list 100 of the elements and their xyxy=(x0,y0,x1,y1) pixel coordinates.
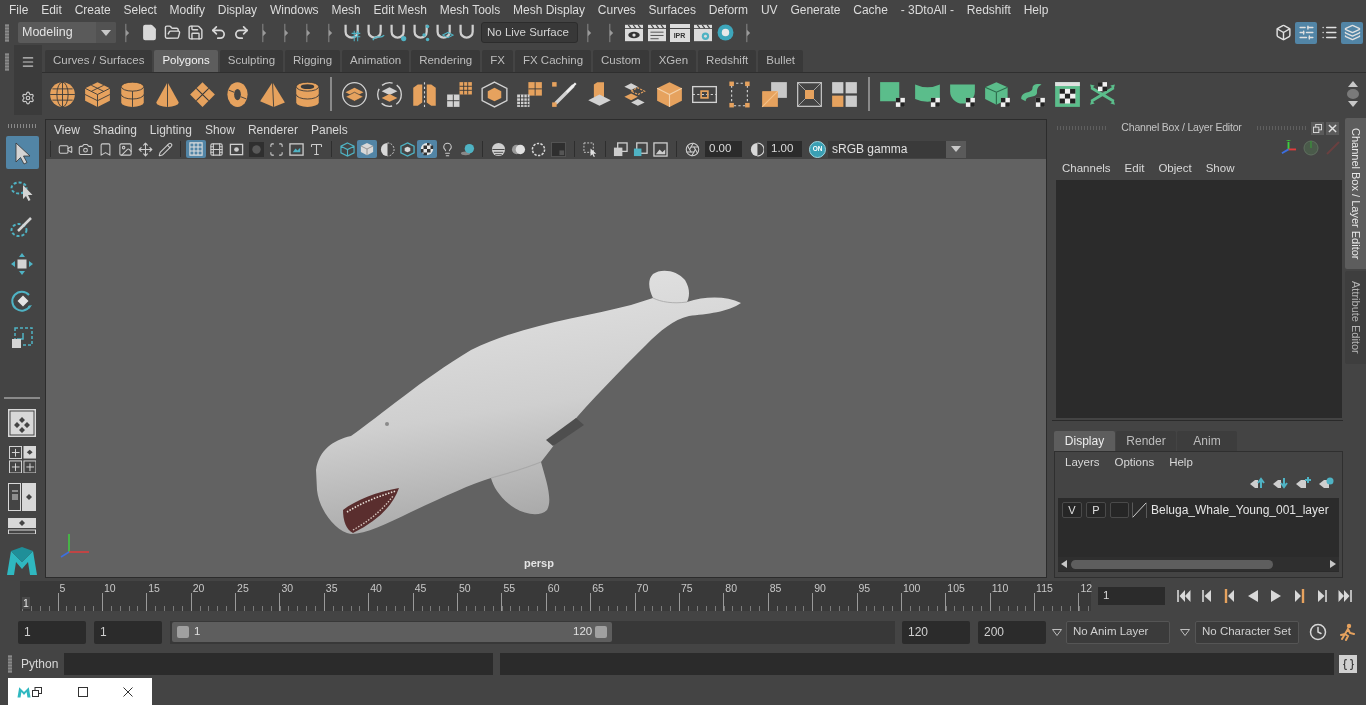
cube-checker-icon[interactable] xyxy=(984,80,1011,108)
expand-arrow-icon[interactable] xyxy=(745,22,751,43)
extruded-block-icon[interactable] xyxy=(586,80,613,108)
tag-plus-icon[interactable] xyxy=(1295,477,1311,489)
striped-sphere-icon[interactable] xyxy=(490,141,506,157)
grip-handle[interactable] xyxy=(5,53,9,71)
range-start-handle[interactable] xyxy=(177,626,189,638)
magnet-curve-icon[interactable] xyxy=(366,23,385,42)
expand-arrow-icon[interactable] xyxy=(283,22,289,43)
shelf-tab[interactable]: Sculpting xyxy=(219,50,284,72)
float-button[interactable] xyxy=(1311,121,1324,135)
shelf-tab[interactable]: Animation xyxy=(342,50,410,72)
clapperboard-gear-icon[interactable] xyxy=(692,23,713,42)
restore-icon[interactable] xyxy=(32,686,42,697)
plane-icon[interactable] xyxy=(189,80,216,108)
viewport-menu-item[interactable]: Shading xyxy=(92,120,137,139)
color-space-dropdown[interactable]: sRGB gamma xyxy=(828,140,966,158)
play-icon[interactable] xyxy=(1268,589,1283,603)
solid-cube-icon[interactable] xyxy=(656,80,683,108)
menu-item[interactable]: UV xyxy=(760,2,778,18)
hexagon-in-hexagon-icon[interactable] xyxy=(481,80,508,108)
key-back-icon[interactable] xyxy=(1222,589,1237,603)
square-checker-icon[interactable] xyxy=(879,80,906,108)
half-shaded-circle-icon[interactable] xyxy=(379,141,395,157)
hexagon-cube-icon[interactable] xyxy=(399,141,415,157)
skip-to-end-icon[interactable] xyxy=(1337,589,1352,603)
collapse-handle-icon[interactable] xyxy=(124,22,130,43)
menu-item[interactable]: Mesh Display xyxy=(512,2,585,18)
panel-toggle-button[interactable] xyxy=(1295,21,1317,44)
tag-arrow-down-icon[interactable] xyxy=(1272,477,1288,489)
live-surface-field[interactable]: No Live Surface xyxy=(481,22,578,43)
layer-editor-tab[interactable]: Anim xyxy=(1177,431,1237,451)
image-icon[interactable] xyxy=(117,141,133,157)
sphere-icon[interactable] xyxy=(49,80,76,108)
tag-dot-icon[interactable] xyxy=(1318,477,1334,489)
channel-box-menu-item[interactable]: Channels xyxy=(1062,160,1111,178)
script-editor-button[interactable] xyxy=(1339,655,1358,673)
current-frame-field[interactable]: 1 xyxy=(1098,587,1165,605)
gamma-field[interactable]: 1.00 xyxy=(767,141,802,157)
close-icon[interactable] xyxy=(123,686,133,697)
viewport-menu-item[interactable]: Renderer xyxy=(247,120,298,139)
cross-arrows-checker-icon[interactable] xyxy=(1089,80,1116,108)
caret-down-icon[interactable] xyxy=(1180,628,1190,636)
shelf-tab[interactable]: FX Caching xyxy=(514,50,592,72)
magnet-dots-icon[interactable] xyxy=(412,23,431,42)
checker-window-icon[interactable] xyxy=(1054,80,1081,108)
panel-toggle-button[interactable] xyxy=(1341,21,1363,44)
new-file-icon[interactable] xyxy=(141,24,158,41)
collapse-handle-icon[interactable] xyxy=(327,22,333,43)
overlapping-frames-icon[interactable] xyxy=(612,141,628,157)
shelf-tab[interactable]: Rendering xyxy=(411,50,481,72)
side-tab[interactable]: Channel Box / Layer Editor xyxy=(1345,118,1366,270)
shading-toggle-button[interactable] xyxy=(357,140,377,158)
two-pane-layout-icon[interactable] xyxy=(8,483,36,511)
knife-line-icon[interactable] xyxy=(551,80,578,108)
expand-arrow-icon[interactable] xyxy=(586,22,592,43)
viewport-menu-item[interactable]: Lighting xyxy=(149,120,192,139)
tag-arrow-up-icon[interactable] xyxy=(1249,477,1265,489)
command-language-label[interactable]: Python xyxy=(21,655,59,673)
channel-box-menu-item[interactable]: Edit xyxy=(1124,160,1145,178)
command-input-field[interactable] xyxy=(64,653,494,675)
cube-icon[interactable] xyxy=(84,80,111,108)
layer-editor-tab[interactable]: Display xyxy=(1054,431,1115,451)
menu-set-dropdown[interactable]: Modeling xyxy=(18,22,116,43)
layer-menu-item[interactable]: Options xyxy=(1114,454,1155,472)
square-target-icon[interactable] xyxy=(796,80,823,108)
scroll-down-icon[interactable] xyxy=(1348,101,1358,107)
single-pane-layout-icon[interactable] xyxy=(8,409,36,437)
four-pane-layout-icon[interactable] xyxy=(8,446,36,473)
settings-icon[interactable] xyxy=(21,91,35,105)
pyramid-icon[interactable] xyxy=(259,80,286,108)
viewport-menu-item[interactable]: Panels xyxy=(310,120,348,139)
select-box-icon[interactable] xyxy=(582,141,598,157)
frame-corners-icon[interactable] xyxy=(268,141,284,157)
menu-item[interactable]: Mesh xyxy=(331,2,361,18)
cone-icon[interactable] xyxy=(154,80,181,108)
viewport-menu-item[interactable]: Show xyxy=(204,120,235,139)
collapse-handle-icon[interactable] xyxy=(608,22,614,43)
menu-item[interactable]: Edit Mesh xyxy=(373,2,427,18)
menu-item[interactable]: - 3DtoAll - xyxy=(900,2,955,18)
menu-item[interactable]: Mesh Tools xyxy=(439,2,501,18)
range-end-handle[interactable] xyxy=(595,626,608,638)
menu-item[interactable]: Surfaces xyxy=(648,2,696,18)
playback-toggle[interactable]: P xyxy=(1086,502,1106,518)
camera-icon[interactable] xyxy=(77,141,93,157)
stacked-layers-circle-icon[interactable] xyxy=(341,80,368,108)
playback-end-field[interactable]: 120 xyxy=(902,620,970,644)
end-frame-field[interactable]: 200 xyxy=(978,620,1046,644)
square-grid-icon[interactable] xyxy=(516,80,543,108)
shelf-tab[interactable]: Curves / Surfaces xyxy=(45,50,153,72)
magnet-plane-icon[interactable] xyxy=(435,23,454,42)
menu-item[interactable]: Redshift xyxy=(966,2,1011,18)
shelf-tab[interactable]: Redshift xyxy=(698,50,757,72)
pencil-icon[interactable] xyxy=(157,141,173,157)
framed-square-icon[interactable] xyxy=(632,141,648,157)
menu-item[interactable]: Select xyxy=(123,2,157,18)
undo-icon[interactable] xyxy=(210,24,227,41)
slash-line-icon[interactable] xyxy=(1132,502,1147,518)
close-button[interactable] xyxy=(1326,121,1339,135)
text-icon[interactable] xyxy=(308,141,324,157)
